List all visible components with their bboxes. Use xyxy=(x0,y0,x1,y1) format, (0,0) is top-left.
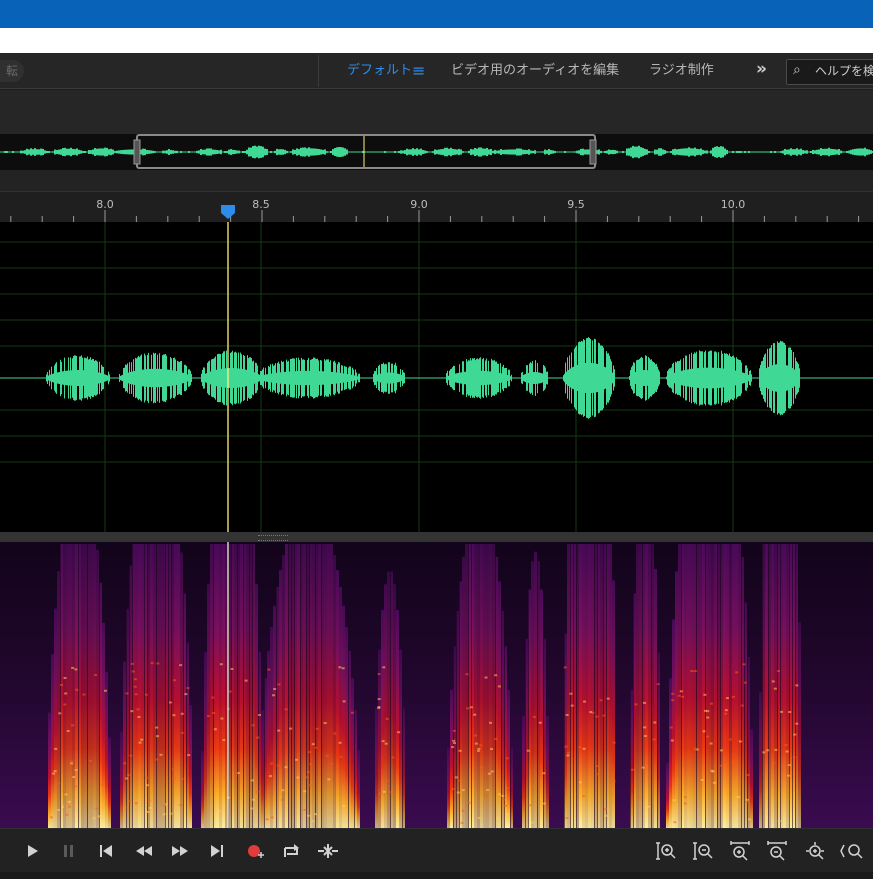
overview-timeline[interactable] xyxy=(0,134,873,170)
more-workspaces-icon[interactable]: » xyxy=(756,53,767,88)
menu-bar xyxy=(0,28,873,53)
hamburger-menu-icon[interactable]: ≡ xyxy=(412,53,425,88)
tab-edit-audio-for-video[interactable]: ビデオ用のオーディオを編集 xyxy=(451,53,619,88)
zoom-in-time-icon[interactable] xyxy=(728,839,752,863)
overview-waveform xyxy=(0,134,873,169)
tab-radio-production[interactable]: ラジオ制作 xyxy=(649,53,714,88)
skip-selection-icon[interactable] xyxy=(316,839,340,863)
go-to-start-icon[interactable] xyxy=(94,839,118,863)
ruler-label-8-0: 8.0 xyxy=(96,198,114,211)
record-icon[interactable] xyxy=(243,839,267,863)
workspace-left-field[interactable]: 転 xyxy=(0,60,24,82)
waveform-display[interactable] xyxy=(0,222,873,532)
status-edge xyxy=(0,872,873,879)
go-to-end-icon[interactable] xyxy=(205,839,229,863)
zoom-in-at-playhead-icon[interactable] xyxy=(803,839,827,863)
fast-forward-icon[interactable] xyxy=(168,839,192,863)
play-icon[interactable] xyxy=(20,839,44,863)
ruler-label-8-5: 8.5 xyxy=(252,198,270,211)
splitter-grip-icon[interactable] xyxy=(258,535,288,541)
rewind-icon[interactable] xyxy=(132,839,156,863)
ruler-label-9-5: 9.5 xyxy=(567,198,585,211)
overview-separator xyxy=(0,170,873,192)
zoom-out-full-icon[interactable] xyxy=(840,839,864,863)
tab-default[interactable]: デフォルト xyxy=(347,53,412,88)
time-ruler[interactable]: 8.0 8.5 9.0 9.5 10.0 xyxy=(0,192,873,222)
app-title-bar xyxy=(0,0,873,28)
playhead-marker-icon[interactable] xyxy=(221,205,235,219)
spectrogram xyxy=(0,542,873,828)
view-splitter[interactable] xyxy=(0,532,873,542)
workspace-bar: 転 デフォルト ≡ ビデオ用のオーディオを編集 ラジオ制作 » ⌕ xyxy=(0,53,873,89)
help-search-input[interactable] xyxy=(815,61,873,81)
spectral-frequency-display[interactable] xyxy=(0,542,873,828)
pause-icon[interactable] xyxy=(57,839,81,863)
ruler-label-9-0: 9.0 xyxy=(410,198,428,211)
editor-toolbar-area xyxy=(0,90,873,134)
zoom-out-time-icon[interactable] xyxy=(765,839,789,863)
waveform-graph xyxy=(0,222,873,532)
transport-controls xyxy=(0,828,873,873)
loop-icon[interactable] xyxy=(280,839,304,863)
zoom-out-amplitude-icon[interactable] xyxy=(691,839,715,863)
zoom-in-amplitude-icon[interactable] xyxy=(654,839,678,863)
ruler-label-10-0: 10.0 xyxy=(720,198,746,211)
workspace-divider xyxy=(318,55,319,87)
help-search-box[interactable]: ⌕ xyxy=(786,59,873,85)
search-icon: ⌕ xyxy=(793,62,801,78)
